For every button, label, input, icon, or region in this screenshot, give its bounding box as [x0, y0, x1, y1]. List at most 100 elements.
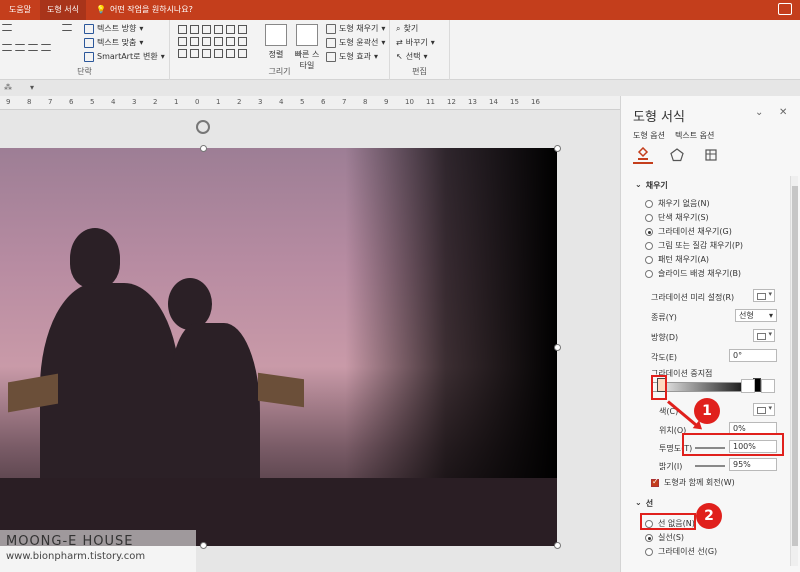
paint-bucket-icon [326, 23, 336, 34]
shape-icon[interactable] [202, 49, 211, 58]
shape-fill-button[interactable]: 도형 채우기 ▾ [326, 23, 385, 34]
fill-option-solid[interactable]: 단색 채우기(S) [645, 212, 709, 223]
line-spacing-icon[interactable] [62, 24, 72, 31]
chevron-down-icon[interactable]: ▾ [30, 83, 34, 92]
shape-icon[interactable] [214, 49, 223, 58]
shape-icon[interactable] [178, 37, 187, 46]
editing-group-label: 편집 [412, 67, 427, 76]
shape-icon[interactable] [238, 37, 247, 46]
shape-icon[interactable] [190, 49, 199, 58]
pentagon-effects-icon[interactable] [667, 146, 687, 164]
line-option-gradient[interactable]: 그라데이션 선(G) [645, 546, 717, 557]
fill-option-picture[interactable]: 그림 또는 질감 채우기(P) [645, 240, 743, 251]
ruler-tick: 5 [300, 98, 305, 106]
replace-button[interactable]: ⇄ 바꾸기 ▾ [396, 37, 435, 48]
comment-icon[interactable] [778, 3, 792, 15]
list-icon[interactable] [2, 24, 12, 31]
ruler-tick: 8 [363, 98, 368, 106]
brightness-slider[interactable] [695, 465, 725, 467]
slide-image[interactable] [0, 148, 557, 546]
radio-icon [645, 269, 653, 278]
selection-handle[interactable] [200, 145, 207, 152]
tell-me-box[interactable]: 💡 어떤 작업을 원하시나요? [96, 0, 193, 20]
shape-icon[interactable] [178, 25, 187, 34]
fill-option-gradient[interactable]: 그라데이션 채우기(G) [645, 226, 732, 237]
tab-text-options[interactable]: 텍스트 옵션 [675, 130, 714, 141]
ruler-tick: 16 [531, 98, 540, 106]
shape-icon[interactable] [226, 37, 235, 46]
angle-label: 각도(E) [651, 353, 678, 362]
close-icon[interactable]: ✕ [779, 107, 787, 118]
fill-option-slide-bg[interactable]: 슬라이드 배경 채우기(B) [645, 268, 741, 279]
direction-dropdown[interactable] [753, 329, 775, 342]
chevron-down-icon[interactable]: ⌄ [755, 107, 763, 118]
shape-icon[interactable] [178, 49, 187, 58]
fill-section-header[interactable]: ⌄ 채우기 [635, 180, 668, 191]
rotate-with-shape-checkbox[interactable]: 도형과 함께 회전(W) [651, 477, 735, 488]
quick-styles-button[interactable]: 빠른 스타일 [292, 24, 322, 71]
radio-icon [645, 241, 653, 250]
add-stop-icon[interactable] [741, 379, 755, 393]
chevron-down-icon: ⌄ [635, 498, 642, 507]
radio-icon [645, 255, 653, 264]
arrange-button[interactable]: 정렬 [260, 24, 292, 60]
ruler-tick: 15 [510, 98, 519, 106]
shape-icon[interactable] [214, 37, 223, 46]
search-icon: ⌕ [396, 23, 401, 33]
drawing-group: 정렬 빠른 스타일 도형 채우기 ▾ 도형 윤곽선 ▾ 도형 효과 ▾ 그리기 [170, 20, 390, 80]
watermark: MOONG-E HOUSE www.bionpharm.tistory.com [0, 530, 196, 572]
shape-outline-button[interactable]: 도형 윤곽선 ▾ [326, 37, 385, 48]
line-option-solid[interactable]: 실선(S) [645, 532, 684, 543]
selection-handle[interactable] [200, 542, 207, 549]
tab-shape-options[interactable]: 도형 옵션 [633, 130, 665, 141]
text-format-icon[interactable]: ⁂ [4, 83, 12, 92]
shape-icon[interactable] [214, 25, 223, 34]
text-align-button[interactable]: 텍스트 맞춤 ▾ [84, 37, 143, 48]
text-direction-button[interactable]: 텍스트 방향 ▾ [84, 23, 143, 34]
line-section-header[interactable]: ⌄ 선 [635, 498, 653, 509]
selection-handle[interactable] [554, 145, 561, 152]
angle-input[interactable]: 0° [729, 349, 777, 362]
color-dropdown[interactable] [753, 403, 775, 416]
shape-icon[interactable] [190, 25, 199, 34]
shape-icon[interactable] [226, 49, 235, 58]
type-label: 종류(Y) [651, 313, 677, 322]
brightness-input[interactable]: 95% [729, 458, 777, 471]
radio-icon [645, 213, 653, 222]
arrange-icon [265, 24, 287, 46]
align-icon[interactable] [2, 44, 51, 51]
selection-handle[interactable] [554, 344, 561, 351]
lightbulb-icon: 💡 [96, 5, 106, 14]
type-select[interactable]: 선형 ▾ [735, 309, 777, 322]
tell-me-text: 어떤 작업을 원하시나요? [109, 5, 193, 14]
fill-option-none[interactable]: 채우기 없음(N) [645, 198, 710, 209]
tab-help[interactable]: 도움말 [2, 0, 38, 20]
remove-stop-icon[interactable] [761, 379, 775, 393]
radio-checked-icon [645, 533, 653, 542]
ribbon: 텍스트 방향 ▾ 텍스트 맞춤 ▾ SmartArt로 변환 ▾ 단락 정렬 빠른 스… [0, 20, 800, 80]
select-button[interactable]: ↖ 선택 ▾ [396, 51, 427, 62]
fill-option-pattern[interactable]: 패턴 채우기(A) [645, 254, 709, 265]
shape-icon[interactable] [238, 49, 247, 58]
selection-handle[interactable] [554, 542, 561, 549]
smartart-button[interactable]: SmartArt로 변환 ▾ [84, 51, 165, 62]
fill-line-icon[interactable] [633, 146, 653, 164]
shape-effects-button[interactable]: 도형 효과 ▾ [326, 51, 378, 62]
preset-dropdown[interactable] [753, 289, 775, 302]
find-button[interactable]: ⌕ 찾기 [396, 23, 418, 34]
scrollbar-thumb[interactable] [792, 186, 798, 546]
ruler-tick: 7 [48, 98, 53, 106]
shape-icon[interactable] [202, 25, 211, 34]
pen-icon [326, 37, 336, 48]
shape-icon[interactable] [226, 25, 235, 34]
shape-icon[interactable] [238, 25, 247, 34]
tab-shape-format[interactable]: 도형 서식 [40, 0, 86, 20]
shape-icon[interactable] [202, 37, 211, 46]
shapes-gallery[interactable] [178, 25, 249, 60]
quick-styles-icon [296, 24, 318, 46]
shape-icon[interactable] [190, 37, 199, 46]
highlight-no-line [640, 513, 696, 530]
rotate-handle[interactable] [196, 120, 210, 134]
pane-scrollbar[interactable] [790, 176, 798, 566]
size-properties-icon[interactable] [701, 146, 721, 164]
